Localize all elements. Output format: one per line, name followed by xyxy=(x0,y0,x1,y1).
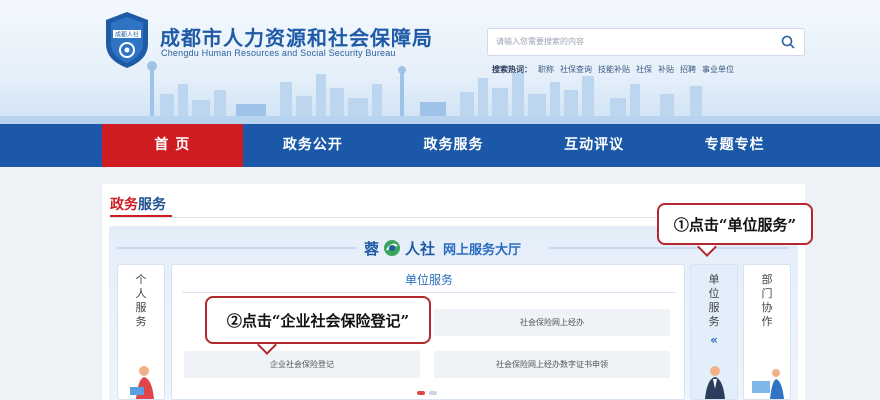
nav-item-interaction[interactable]: 互动评议 xyxy=(524,124,665,167)
person-illustration-icon xyxy=(130,366,154,399)
callout-step-1: ①点击“单位服务” xyxy=(657,203,813,245)
hot-word[interactable]: 技能补贴 xyxy=(598,64,630,75)
hall-logo-icon xyxy=(384,240,401,256)
unit-service-divider xyxy=(182,292,676,293)
nav-item-topics[interactable]: 专题专栏 xyxy=(664,124,805,167)
callout-step-2: ②点击“企业社会保险登记” xyxy=(205,296,431,344)
sidebar-tab-label: 部门协作 xyxy=(761,273,773,328)
nav-item-gov-open[interactable]: 政务公开 xyxy=(243,124,384,167)
hot-word[interactable]: 招聘 xyxy=(680,64,696,75)
section-title-red: 政务 xyxy=(110,197,138,213)
hall-subtitle: 网上服务大厅 xyxy=(443,242,522,258)
sidebar-tab-department-collab[interactable]: 部门协作 xyxy=(743,264,791,400)
section-title-blue: 服务 xyxy=(138,197,166,213)
main-nav: 首 页 政务公开 政务服务 互动评议 专题专栏 xyxy=(0,124,880,167)
search-input[interactable]: 请输入您需要搜索的内容 xyxy=(496,36,584,47)
teamwork-illustration-icon xyxy=(752,369,784,399)
hot-word[interactable]: 社保查询 xyxy=(560,64,592,75)
hall-brand-prefix: 蓉 xyxy=(364,239,380,258)
nav-item-home[interactable]: 首 页 xyxy=(102,124,243,167)
service-social-insurance-online[interactable]: 社会保险网上经办 xyxy=(434,309,670,336)
hall-title[interactable]: 蓉 人社 网上服务大厅 xyxy=(364,234,544,262)
hot-word[interactable]: 职称 xyxy=(538,64,554,75)
sidebar-tab-personal-service[interactable]: 个人服务 xyxy=(117,264,165,400)
hall-title-line-left xyxy=(117,247,357,249)
sidebar-tab-unit-service[interactable]: 单位服务 « xyxy=(690,264,738,400)
section-title: 政务服务 xyxy=(110,194,166,214)
bureau-logo-icon[interactable]: 成都人社 xyxy=(102,10,152,70)
carousel-dot[interactable] xyxy=(429,391,437,395)
sidebar-tab-label: 个人服务 xyxy=(135,273,147,328)
businessman-illustration-icon xyxy=(705,366,725,399)
search-icon[interactable] xyxy=(780,34,796,50)
hot-word[interactable]: 事业单位 xyxy=(702,64,734,75)
nav-item-gov-service[interactable]: 政务服务 xyxy=(383,124,524,167)
site-header: 成都人社 成都市人力资源和社会保障局 Chengdu Human Resourc… xyxy=(0,0,880,124)
site-title-english: Chengdu Human Resources and Social Secur… xyxy=(161,48,396,58)
service-enterprise-insurance-registration[interactable]: 企业社会保险登记 xyxy=(184,351,420,378)
double-chevron-left-icon: « xyxy=(710,333,718,347)
site-title[interactable]: 成都市人力资源和社会保障局 xyxy=(160,22,433,51)
hot-search-words: 搜索热词： 职称 社保查询 技能补贴 社保 补贴 招聘 事业单位 xyxy=(492,64,734,75)
hot-search-label: 搜索热词： xyxy=(492,65,532,74)
hall-title-line-right xyxy=(549,247,789,249)
carousel-dots xyxy=(417,391,437,395)
hot-word[interactable]: 补贴 xyxy=(658,64,674,75)
carousel-dot-active[interactable] xyxy=(417,391,425,395)
logo-text: 成都人社 xyxy=(115,31,139,39)
service-digital-certificate[interactable]: 社会保险网上经办数字证书申领 xyxy=(434,351,670,378)
sidebar-tab-label: 单位服务 xyxy=(708,273,720,328)
hot-word[interactable]: 社保 xyxy=(636,64,652,75)
hall-brand-name: 人社 xyxy=(405,239,436,258)
section-title-underline xyxy=(110,215,172,217)
search-box[interactable]: 请输入您需要搜索的内容 xyxy=(487,28,805,56)
unit-service-heading: 单位服务 xyxy=(404,273,453,287)
